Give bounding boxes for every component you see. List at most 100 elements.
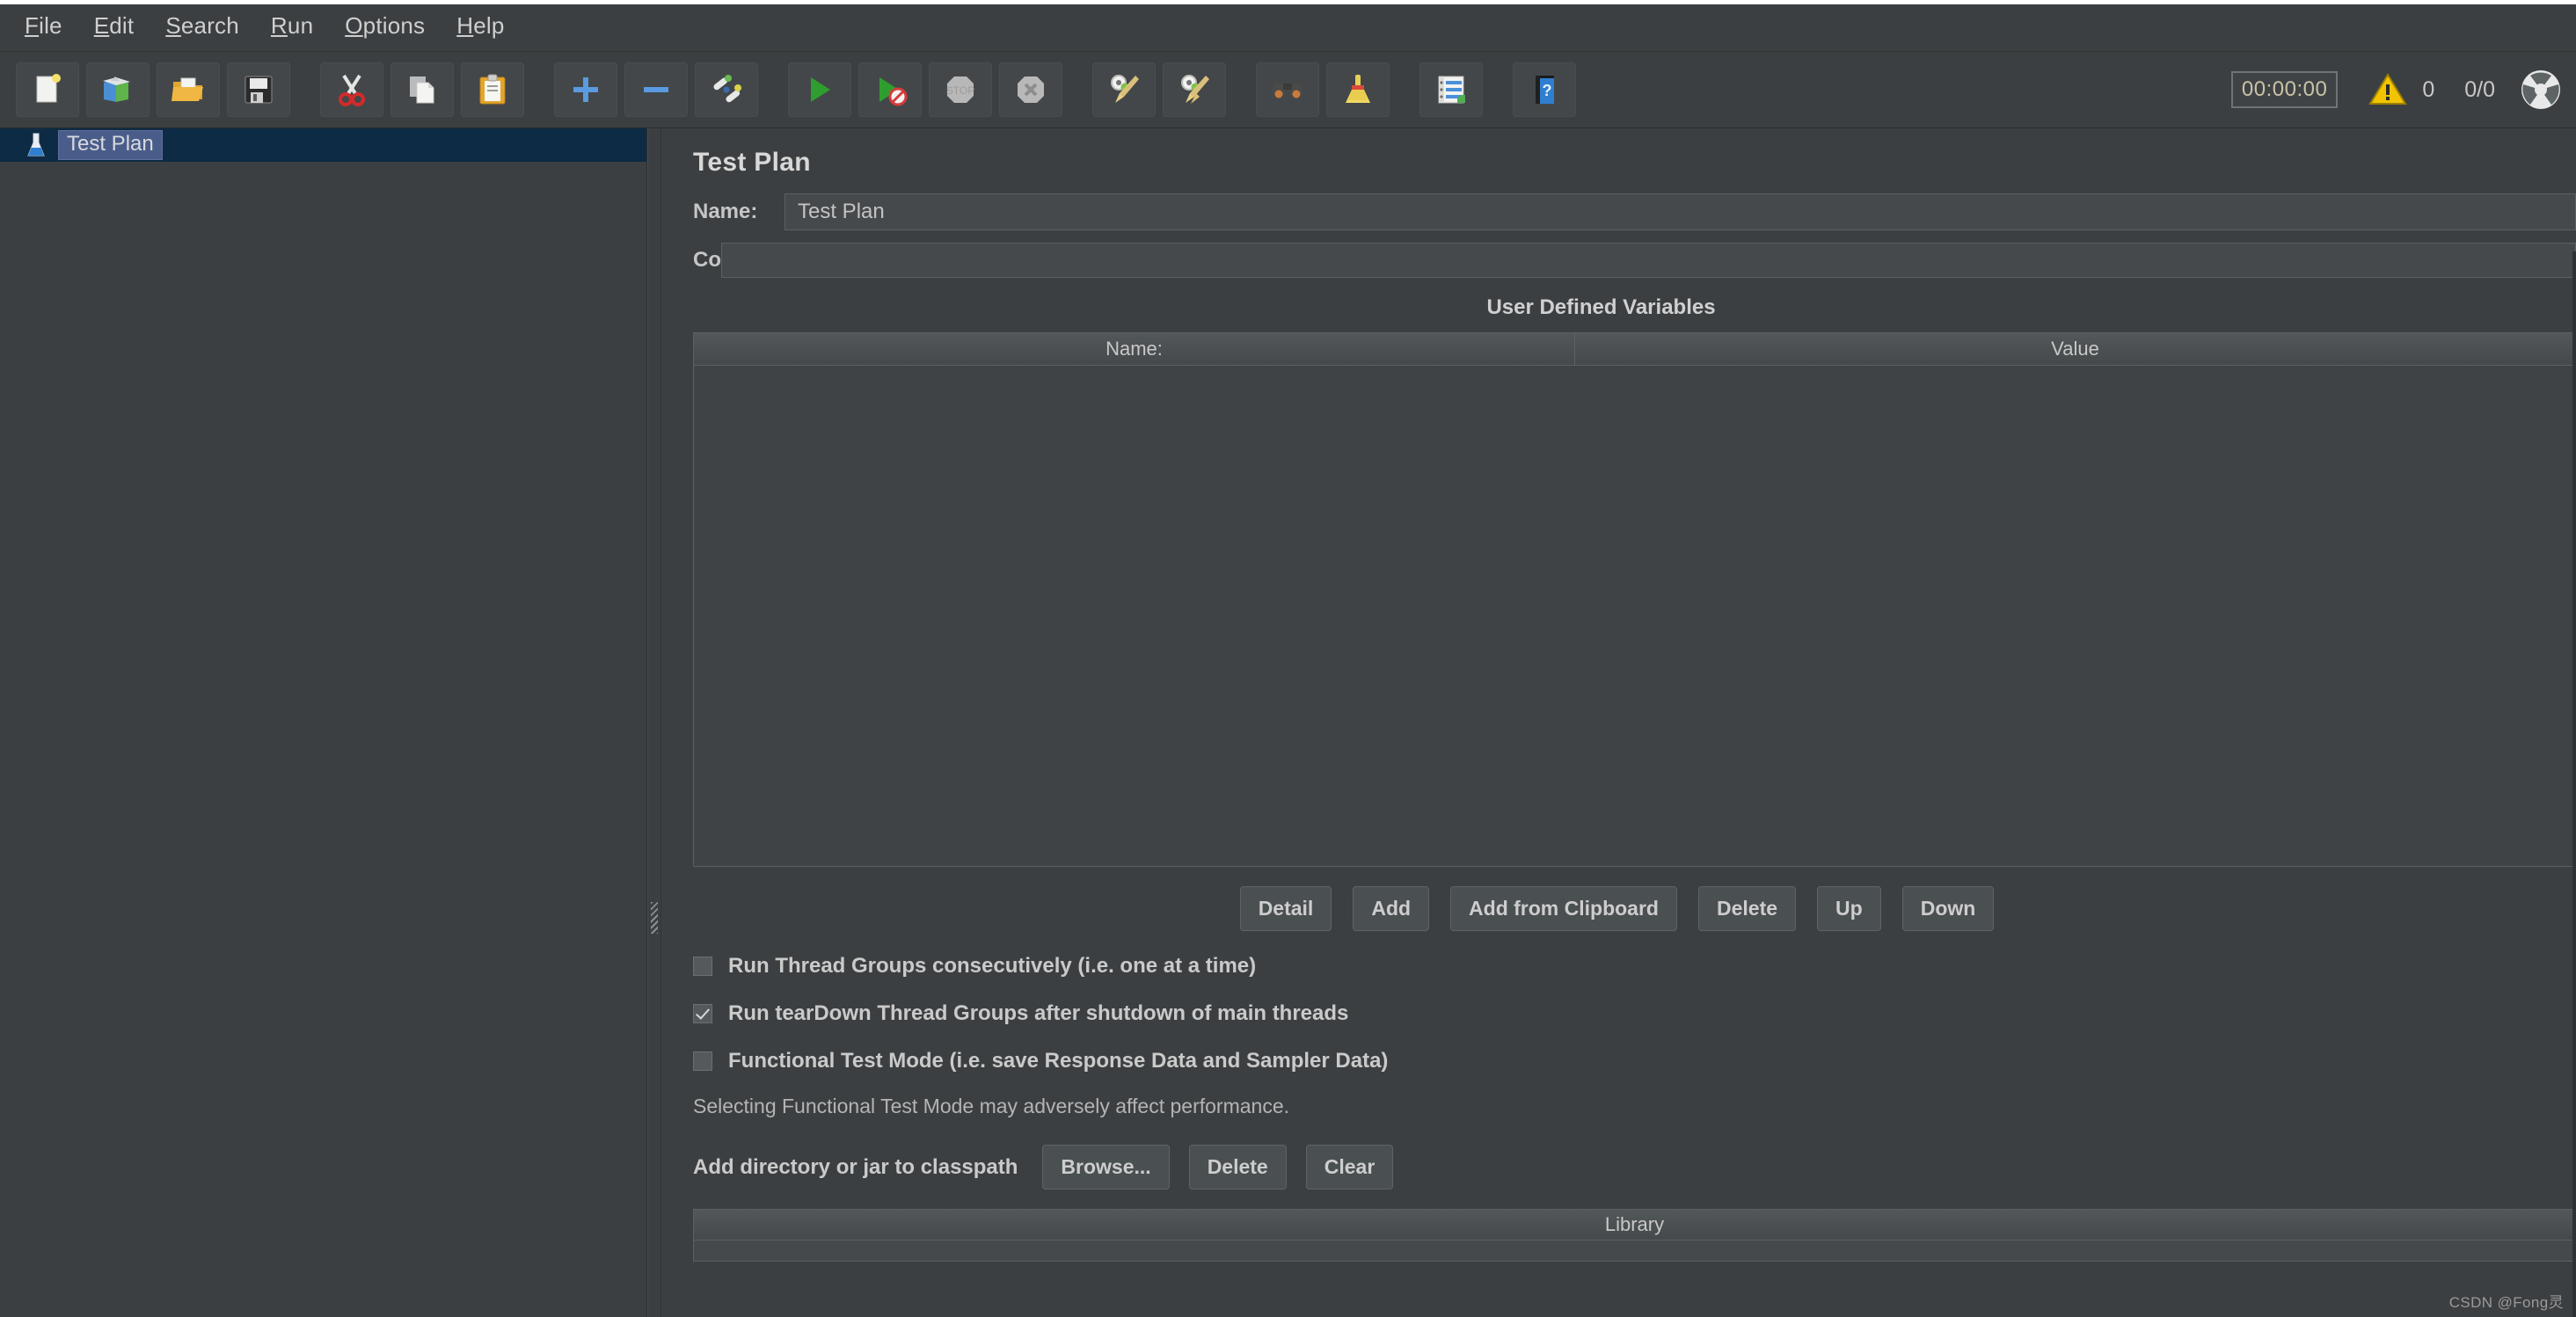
toolbar-separator-5: [1230, 90, 1252, 91]
menu-search-label: earch: [180, 11, 239, 39]
classpath-delete-button[interactable]: Delete: [1188, 1145, 1287, 1190]
classpath-label: Add directory or jar to classpath: [693, 1154, 1018, 1179]
collapse-button[interactable]: [624, 62, 688, 117]
cut-button[interactable]: [320, 62, 383, 117]
activity-spinner-icon: [2521, 70, 2560, 109]
search-reset-button[interactable]: [1326, 62, 1390, 117]
add-from-clipboard-button[interactable]: Add from Clipboard: [1450, 886, 1677, 931]
menu-edit[interactable]: Edit: [78, 7, 150, 45]
delete-button[interactable]: Delete: [1697, 886, 1797, 931]
clear-all-icon: [1181, 75, 1209, 104]
split-divider[interactable]: [647, 128, 661, 1317]
save-icon: [244, 76, 273, 104]
menu-run-mnemonic: R: [270, 11, 288, 39]
copy-icon: [410, 76, 434, 104]
menu-search-mnemonic: S: [165, 11, 181, 39]
library-table: Library: [693, 1209, 2576, 1262]
down-button[interactable]: Down: [1901, 886, 1995, 931]
split-divider-grip[interactable]: [651, 902, 658, 934]
column-header-library[interactable]: Library: [694, 1210, 2575, 1241]
stop-icon: STOP: [946, 76, 974, 103]
page-title: Test Plan: [693, 148, 811, 177]
menu-help-label: elp: [473, 11, 505, 39]
toolbar-separator-2: [528, 90, 551, 91]
menu-options[interactable]: Options: [329, 7, 441, 45]
menu-bar: File Edit Search Run Options Help: [0, 0, 2576, 52]
toggle-button[interactable]: [695, 62, 758, 117]
menu-help[interactable]: Help: [441, 7, 520, 45]
search-icon: [1273, 84, 1303, 98]
run-consecutively-label: Run Thread Groups consecutively (i.e. on…: [728, 954, 1257, 978]
classpath-clear-button[interactable]: Clear: [1305, 1145, 1394, 1190]
function-helper-button[interactable]: [1419, 62, 1483, 117]
clear-button[interactable]: [1092, 62, 1156, 117]
start-no-pauses-button[interactable]: [858, 62, 922, 117]
clear-icon: [1111, 75, 1139, 103]
run-teardown-row[interactable]: Run tearDown Thread Groups after shutdow…: [661, 1001, 2576, 1026]
run-consecutively-checkbox[interactable]: [693, 957, 712, 976]
table-body[interactable]: [694, 366, 2575, 866]
toolbar-separator-3: [762, 90, 784, 91]
minus-icon: [644, 87, 668, 92]
comments-field-row: Comments:: [661, 243, 2576, 278]
user-defined-variables-title: User Defined Variables: [1486, 295, 1716, 319]
run-consecutively-row[interactable]: Run Thread Groups consecutively (i.e. on…: [661, 954, 2576, 979]
menu-edit-label: dit: [109, 11, 135, 39]
save-button[interactable]: [227, 62, 290, 117]
toggle-icon: [713, 75, 741, 103]
new-button[interactable]: [16, 62, 79, 117]
menu-help-mnemonic: H: [456, 11, 474, 39]
stop-button[interactable]: STOP: [929, 62, 992, 117]
svg-text:STOP: STOP: [946, 84, 974, 97]
warning-indicator[interactable]: 0: [2368, 71, 2434, 108]
copy-button[interactable]: [390, 62, 454, 117]
menu-file-mnemonic: F: [25, 11, 40, 39]
toolbar-separator-1: [294, 90, 317, 91]
panel-right-edge: [2572, 251, 2576, 1317]
functional-test-mode-checkbox[interactable]: [693, 1051, 712, 1071]
run-teardown-checkbox[interactable]: [693, 1004, 712, 1023]
help-icon: ?: [1536, 76, 1554, 104]
menu-run[interactable]: Run: [255, 7, 329, 45]
comments-input[interactable]: [721, 243, 2576, 278]
search-button[interactable]: [1256, 62, 1319, 117]
paste-button[interactable]: [461, 62, 524, 117]
window-top-strip: [0, 0, 2576, 4]
watermark: CSDN @Fong灵: [2448, 1294, 2564, 1311]
start-icon: [811, 77, 830, 102]
functional-test-mode-label: Functional Test Mode (i.e. save Response…: [728, 1049, 1389, 1073]
open-button[interactable]: [157, 62, 220, 117]
functional-test-mode-hint: Selecting Functional Test Mode may adver…: [693, 1095, 1289, 1117]
test-plan-editor: Test Plan Name: Test Plan Comments: User…: [661, 128, 2576, 1317]
toolbar-separator-7: [1486, 90, 1509, 91]
paste-icon: [479, 74, 506, 105]
warning-triangle-icon: [2368, 73, 2408, 105]
start-button[interactable]: [788, 62, 851, 117]
add-button[interactable]: Add: [1353, 886, 1430, 931]
svg-text:?: ?: [1543, 82, 1552, 99]
clear-all-button[interactable]: [1163, 62, 1226, 117]
detail-button[interactable]: Detail: [1239, 886, 1332, 931]
functional-test-mode-row[interactable]: Functional Test Mode (i.e. save Response…: [661, 1049, 2576, 1073]
templates-button[interactable]: [86, 62, 150, 117]
browse-button[interactable]: Browse...: [1042, 1145, 1170, 1190]
shutdown-icon: [1018, 76, 1044, 103]
name-label: Name:: [693, 200, 758, 223]
help-button[interactable]: ?: [1513, 62, 1576, 117]
name-field-row: Name: Test Plan: [661, 193, 2576, 230]
toolbar-separator-4: [1066, 90, 1089, 91]
expand-button[interactable]: [554, 62, 617, 117]
menu-search[interactable]: Search: [150, 7, 255, 45]
elapsed-timer: 00:00:00: [2230, 71, 2339, 108]
menu-options-label: ptions: [362, 11, 426, 39]
open-icon: [171, 77, 203, 101]
up-button[interactable]: Up: [1817, 886, 1881, 931]
name-input[interactable]: Test Plan: [784, 193, 2576, 230]
column-header-name[interactable]: Name:: [694, 333, 1575, 365]
column-header-value[interactable]: Value: [1575, 333, 2575, 365]
function-helper-icon: [1438, 76, 1465, 104]
classpath-row: Add directory or jar to classpath Browse…: [661, 1145, 2576, 1190]
shutdown-button[interactable]: [999, 62, 1062, 117]
menu-file[interactable]: File: [9, 7, 78, 45]
tree-node-test-plan[interactable]: Test Plan: [0, 128, 646, 162]
